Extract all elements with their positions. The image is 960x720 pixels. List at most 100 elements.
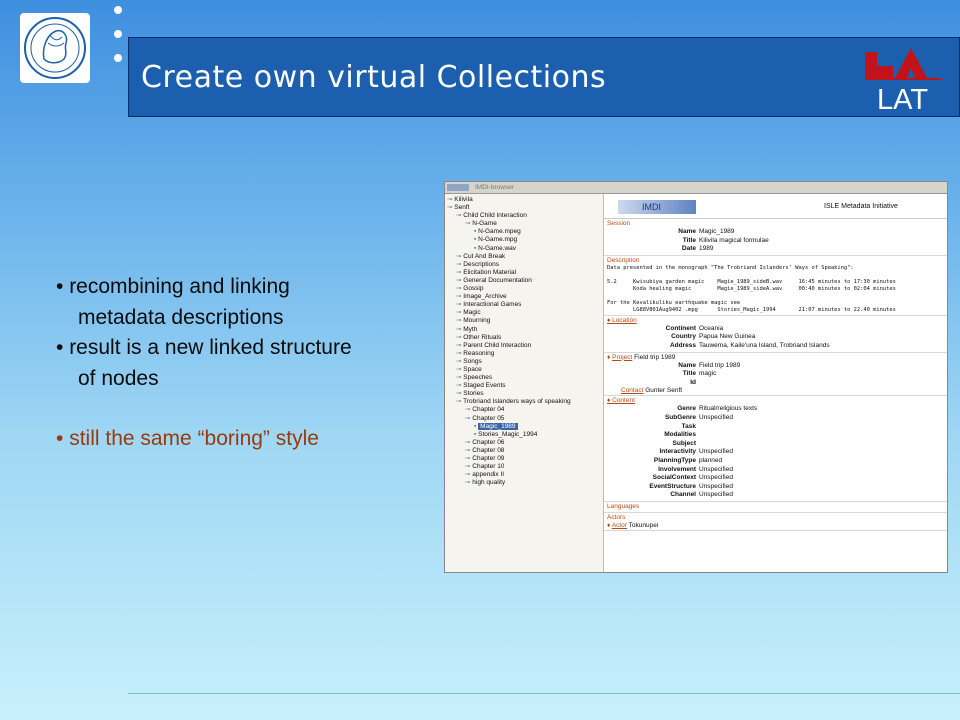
tree-node-label: Chapter 09 — [472, 455, 505, 462]
tree-node[interactable]: ⊸ Parent Child Interaction — [447, 342, 597, 350]
tree-node[interactable]: ⊸ Space — [447, 366, 597, 374]
tree-node[interactable]: ⊸ Kilivila — [447, 196, 597, 204]
tree-node[interactable]: ⊸ Speeches — [447, 374, 597, 382]
section-title: Location — [612, 316, 637, 324]
field-label: SubGenre — [664, 413, 696, 421]
section-title: Description — [607, 256, 640, 264]
bullet-continuation: metadata descriptions — [78, 305, 284, 329]
tree-node[interactable]: ▪ N-Game.wav — [447, 245, 597, 253]
field-value: Kilivila magical formulae — [699, 236, 769, 244]
tree-node-label: N-Game.wav — [478, 244, 517, 252]
tree-node-label: Myth — [463, 325, 478, 333]
tree-node[interactable]: ⊸ Magic — [447, 309, 597, 317]
tree-node[interactable]: ⊸ Songs — [447, 358, 597, 366]
footer-divider — [128, 693, 960, 694]
tree-node[interactable]: ⊸ appendix II — [447, 471, 597, 479]
field-label: PlanningType — [653, 456, 696, 464]
content-link[interactable]: ♦ Content — [607, 397, 946, 404]
field-label: EventStructure — [649, 482, 696, 490]
field-label: Channel — [670, 491, 696, 499]
bullet-text: recombining and linking — [69, 275, 290, 298]
tree-node-label: Reasoning — [463, 349, 495, 357]
tree-node[interactable]: ⊸ N-Game — [447, 220, 597, 228]
location-link[interactable]: ♦ Location — [607, 317, 946, 324]
max-planck-logo — [20, 13, 90, 83]
tree-node[interactable]: ▪ N-Game.mpeg — [447, 228, 597, 236]
field-label: Subject — [672, 439, 696, 447]
project-value: Field trip 1989 — [634, 353, 676, 361]
tree-node[interactable]: ⊸ Chapter 09 — [447, 455, 597, 463]
field-value: Papua New Guinea — [699, 333, 756, 341]
actors-section: Actors ♦ Actor Tokunupei — [604, 513, 947, 531]
tree-node[interactable]: ⊸ Stories — [447, 390, 597, 398]
corpus-tree[interactable]: ⊸ Kilivila ⊸ Senft ⊸ Child Child Interacti… — [447, 196, 597, 487]
tree-node[interactable]: ⊸ Trobriand Islanders ways of speaking — [447, 398, 597, 406]
actor-link[interactable]: Actor — [612, 522, 627, 529]
tree-node[interactable]: ⊸ Gossip — [447, 285, 597, 293]
tree-node-label: Chapter 08 — [472, 446, 505, 454]
tree-node[interactable]: ⊸ Chapter 06 — [447, 439, 597, 447]
tree-node[interactable]: ⊸ Reasoning — [447, 350, 597, 358]
field-value: 1989 — [699, 245, 714, 253]
tree-node[interactable]: ⊸ Elicitation Material — [447, 269, 597, 277]
window-title: IMDI-browser — [475, 184, 515, 191]
field-value: Unspecified — [699, 482, 733, 490]
tree-node-label: Space — [463, 365, 482, 373]
tree-node-label: Chapter 04 — [472, 406, 505, 414]
tree-node[interactable]: ⊸ Senft — [447, 204, 597, 212]
location-fields: Continent Oceania Country Papua New Guinea A… — [607, 325, 946, 351]
field-label: Name — [678, 228, 696, 235]
field-value: Ritual/religious texts — [699, 405, 758, 413]
field-value — [699, 423, 946, 432]
tree-node[interactable]: ⊸ high quality — [447, 479, 597, 487]
contact-link[interactable]: Contact — [621, 387, 643, 394]
description-text: Data presented in the monograph "The Tro… — [607, 264, 896, 313]
tree-node-label: General Documentation — [463, 276, 532, 284]
tree-node[interactable]: ⊸ Chapter 05 — [447, 415, 597, 423]
tree-node[interactable]: ⊸ Image_Archive — [447, 293, 597, 301]
tree-node[interactable]: ▪ Stories_Magic_1994 — [447, 431, 597, 439]
bullet-item: • result is a new linked structure — [56, 336, 352, 359]
tree-node[interactable]: ▪ Magic_1989 — [447, 422, 597, 431]
actor-value: Tokunupei — [628, 521, 659, 529]
section-title: Session — [607, 220, 631, 227]
tree-node[interactable]: ⊸ Staged Events — [447, 382, 597, 390]
tree-node[interactable]: ⊸ Chapter 10 — [447, 463, 597, 471]
tree-node[interactable]: ⊸ Cut And Break — [447, 253, 597, 261]
section-title: Actors — [607, 513, 626, 521]
content-fields: Genre Ritual/religious texts SubGenre Unspe… — [607, 405, 946, 500]
languages-section: Languages — [604, 502, 947, 513]
tree-node[interactable]: ⊸ General Documentation — [447, 277, 597, 285]
tree-node[interactable]: ⊸ Mourning — [447, 317, 597, 325]
session-fields: Name Magic_1989 Title Kilivila magical form… — [607, 228, 946, 254]
session-section: Session Name Magic_1989 Title Kilivila magi… — [604, 219, 947, 256]
tree-node[interactable]: ⊸ Child Child Interaction — [447, 212, 597, 220]
field-value: Unspecified — [699, 465, 733, 473]
tree-node[interactable]: ▪ N-Game.mpg — [447, 236, 597, 244]
tree-node-label: Speeches — [463, 374, 493, 382]
field-label: Involvement — [658, 465, 696, 473]
bullet-continuation: of nodes — [78, 366, 159, 390]
tree-node[interactable]: ⊸ Chapter 04 — [447, 406, 597, 414]
tree-node-label: Child Child Interaction — [463, 212, 527, 220]
tree-node-label: Cut And Break — [463, 252, 506, 260]
contact-row: Contact Gunter Senft — [607, 387, 946, 394]
field-value — [699, 440, 946, 449]
tree-node-label: high quality — [472, 479, 506, 487]
tree-node[interactable]: ⊸ Chapter 08 — [447, 447, 597, 455]
project-link[interactable]: Project — [612, 354, 632, 361]
decorative-dots — [114, 6, 126, 76]
field-value: Oceania — [699, 324, 724, 332]
tree-node[interactable]: ⊸ Myth — [447, 326, 597, 334]
tree-node[interactable]: ⊸ Other Rituals — [447, 334, 597, 342]
field-label: Date — [681, 245, 696, 253]
imdi-logo: IMDI — [618, 200, 696, 214]
tree-node[interactable]: ⊸ Interactional Games — [447, 301, 597, 309]
bullet-item-highlight: • still the same “boring” style — [56, 427, 319, 450]
imdi-browser-screenshot: IMDI-browser ⊸ Kilivila ⊸ Senft ⊸ Child Ch… — [444, 181, 948, 573]
tree-node[interactable]: ⊸ Descriptions — [447, 261, 597, 269]
tree-node-label: Mourning — [463, 317, 491, 325]
project-section: ♦ Project Field trip 1989 Name Field trip… — [604, 353, 947, 397]
imdi-header: IMDI ISLE Metadata Initiative — [604, 194, 947, 219]
tree-node-label: Image_Archive — [463, 293, 507, 301]
